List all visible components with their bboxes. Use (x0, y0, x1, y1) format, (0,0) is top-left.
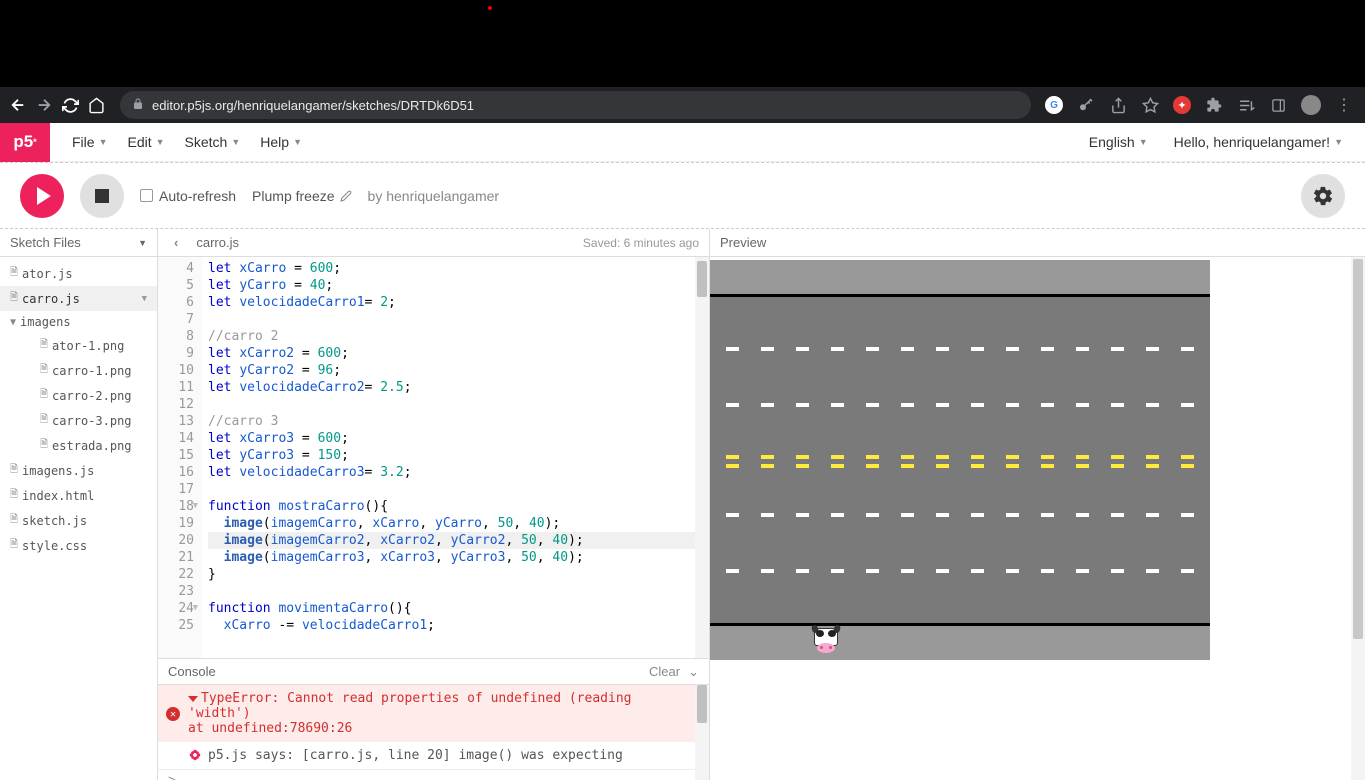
file-icon: 🗎 (10, 265, 18, 282)
console-panel: Console Clear ⌄ ✕ TypeError: Cannot read… (158, 658, 709, 780)
code-editor[interactable]: 4567 891011 12131415 161718▼19 20212223 … (158, 257, 709, 658)
home-button[interactable] (86, 95, 106, 115)
sidebar-header[interactable]: Sketch Files▼ (0, 229, 157, 257)
console-toggle-icon[interactable]: ⌄ (688, 664, 699, 680)
checkbox-icon (140, 189, 153, 202)
browser-tabstrip-area (0, 0, 1365, 87)
editor-filename: carro.js (196, 235, 239, 250)
file-carro-js[interactable]: 🗎carro.js▼ (0, 286, 157, 311)
stop-icon (95, 189, 109, 203)
star-icon[interactable] (1141, 96, 1159, 114)
lane-marking (726, 403, 1194, 407)
lock-icon (132, 98, 144, 113)
panel-icon[interactable] (1269, 96, 1287, 114)
file-icon: 🗎 (40, 412, 48, 429)
editor-tabbar: ‹ carro.js Saved: 6 minutes ago (158, 229, 709, 257)
lane-marking (726, 513, 1194, 517)
file-carro3-png[interactable]: 🗎carro-3.png (0, 408, 157, 433)
menu-edit[interactable]: Edit▼ (119, 130, 172, 154)
stop-button[interactable] (80, 174, 124, 218)
file-icon: 🗎 (40, 337, 48, 354)
browser-menu-icon[interactable]: ⋮ (1335, 96, 1353, 114)
toolbar: Auto-refresh Plump freeze by henriquelan… (0, 163, 1365, 229)
file-icon: 🗎 (10, 512, 18, 529)
file-imagens-js[interactable]: 🗎imagens.js (0, 458, 157, 483)
settings-button[interactable] (1301, 174, 1345, 218)
project-name[interactable]: Plump freeze (252, 188, 351, 204)
console-info: p5.js says: [carro.js, line 20] image() … (158, 742, 709, 769)
lane-marking (726, 347, 1194, 351)
sidebar: Sketch Files▼ 🗎ator.js 🗎carro.js▼ ▼image… (0, 229, 158, 780)
play-icon (37, 187, 51, 205)
url-text: editor.p5js.org/henriquelangamer/sketche… (152, 98, 474, 113)
collapse-sidebar-button[interactable]: ‹ (168, 235, 184, 250)
gear-icon (1312, 185, 1334, 207)
file-style-css[interactable]: 🗎style.css (0, 533, 157, 558)
console-scrollbar[interactable] (695, 685, 709, 780)
preview-canvas (710, 257, 1365, 780)
reload-button[interactable] (60, 95, 80, 115)
console-error: ✕ TypeError: Cannot read properties of u… (158, 685, 709, 742)
play-button[interactable] (20, 174, 64, 218)
file-carro2-png[interactable]: 🗎carro-2.png (0, 383, 157, 408)
profile-avatar[interactable] (1301, 95, 1321, 115)
browser-toolbar: editor.p5js.org/henriquelangamer/sketche… (0, 87, 1365, 123)
file-icon: 🗎 (40, 362, 48, 379)
google-icon[interactable]: G (1045, 96, 1063, 114)
menu-sketch[interactable]: Sketch▼ (177, 130, 249, 154)
address-bar[interactable]: editor.p5js.org/henriquelangamer/sketche… (120, 91, 1031, 119)
pencil-icon (340, 190, 352, 202)
menu-file[interactable]: File▼ (64, 130, 115, 154)
line-gutter: 4567 891011 12131415 161718▼19 20212223 … (158, 257, 202, 658)
user-greeting[interactable]: Hello, henriquelangamer!▼ (1166, 130, 1351, 154)
preview-header: Preview (710, 229, 1365, 257)
folder-imagens[interactable]: ▼imagens (0, 311, 157, 333)
file-icon: 🗎 (10, 462, 18, 479)
file-index-html[interactable]: 🗎index.html (0, 483, 157, 508)
p5-logo[interactable]: p5* (0, 123, 50, 162)
file-carro1-png[interactable]: 🗎carro-1.png (0, 358, 157, 383)
author-label: by henriquelangamer (368, 188, 500, 204)
console-title: Console (168, 664, 216, 679)
key-icon[interactable] (1077, 96, 1095, 114)
extensions-icon[interactable] (1205, 96, 1223, 114)
language-selector[interactable]: English▼ (1081, 130, 1156, 154)
code-content: let xCarro = 600; let yCarro = 40; let v… (202, 257, 709, 658)
chevron-down-icon[interactable]: ▼ (142, 294, 147, 304)
editor-scrollbar[interactable] (695, 257, 709, 658)
center-line (726, 455, 1194, 468)
file-icon: 🗎 (40, 387, 48, 404)
console-clear-button[interactable]: Clear (649, 664, 680, 679)
playlist-icon[interactable] (1237, 96, 1255, 114)
error-icon: ✕ (166, 707, 180, 721)
file-icon: 🗎 (10, 537, 18, 554)
cow-sprite (810, 628, 842, 658)
preview-scrollbar[interactable] (1351, 257, 1365, 780)
file-icon: 🗎 (10, 290, 18, 307)
folder-open-icon: ▼ (10, 317, 16, 328)
file-ator-js[interactable]: 🗎ator.js (0, 261, 157, 286)
recording-indicator (488, 6, 492, 10)
app-header: p5* File▼ Edit▼ Sketch▼ Help▼ English▼ H… (0, 123, 1365, 162)
flower-icon (188, 748, 202, 762)
forward-button[interactable] (34, 95, 54, 115)
console-input[interactable]: > (158, 769, 709, 780)
menu-help[interactable]: Help▼ (252, 130, 310, 154)
file-ator1-png[interactable]: 🗎ator-1.png (0, 333, 157, 358)
file-icon: 🗎 (10, 487, 18, 504)
file-sketch-js[interactable]: 🗎sketch.js (0, 508, 157, 533)
file-icon: 🗎 (40, 437, 48, 454)
chevron-down-icon: ▼ (138, 238, 147, 248)
sketch-canvas[interactable] (710, 260, 1210, 660)
lane-marking (726, 569, 1194, 573)
saved-indicator: Saved: 6 minutes ago (583, 236, 699, 250)
auto-refresh-toggle[interactable]: Auto-refresh (140, 188, 236, 204)
back-button[interactable] (8, 95, 28, 115)
file-estrada-png[interactable]: 🗎estrada.png (0, 433, 157, 458)
extension-red-icon[interactable]: ✦ (1173, 96, 1191, 114)
share-icon[interactable] (1109, 96, 1127, 114)
